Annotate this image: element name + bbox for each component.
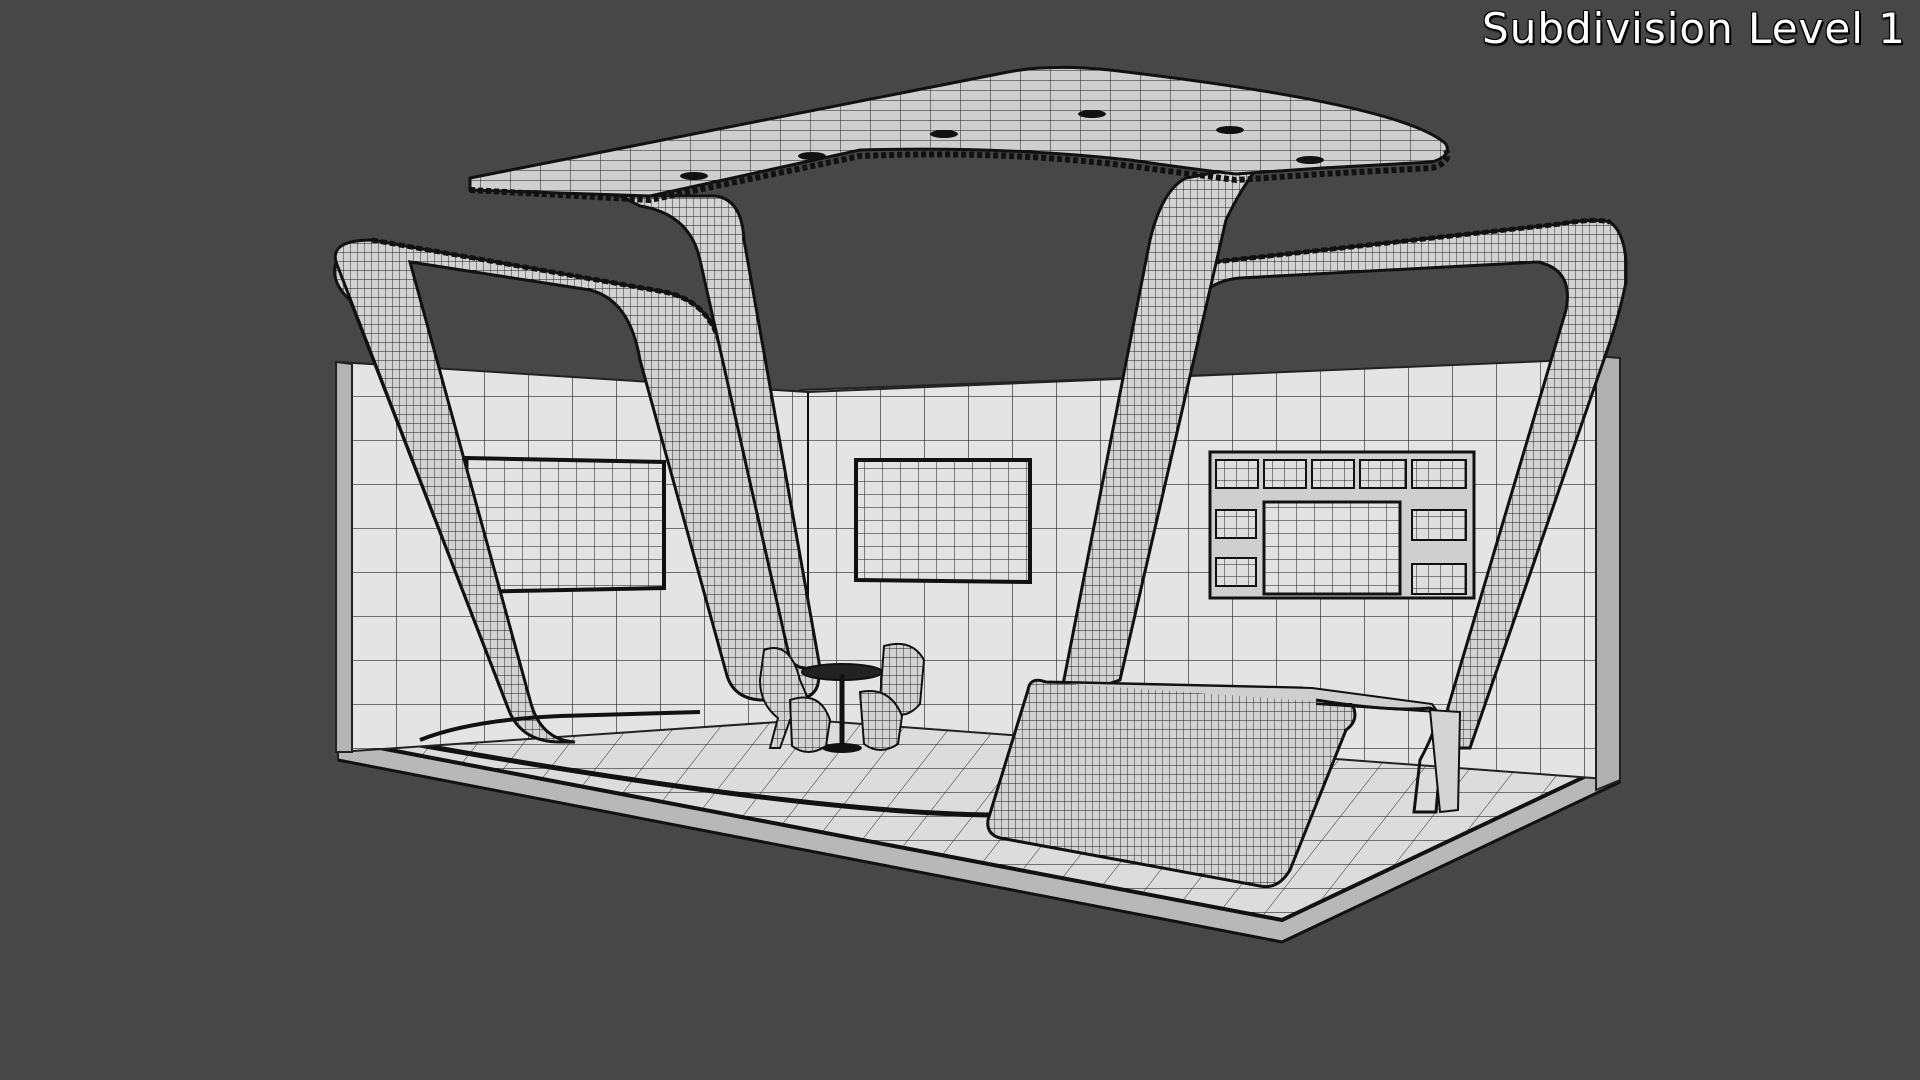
booth-model-render [333, 65, 1628, 944]
center-wall-screen [854, 458, 1032, 585]
right-wall-video-grid [1208, 450, 1476, 600]
3d-viewport[interactable]: Subdivision Level 1 [0, 0, 1920, 1080]
subdivision-level-label: Subdivision Level 1 [1482, 4, 1906, 53]
ceiling-canopy [468, 65, 1451, 204]
